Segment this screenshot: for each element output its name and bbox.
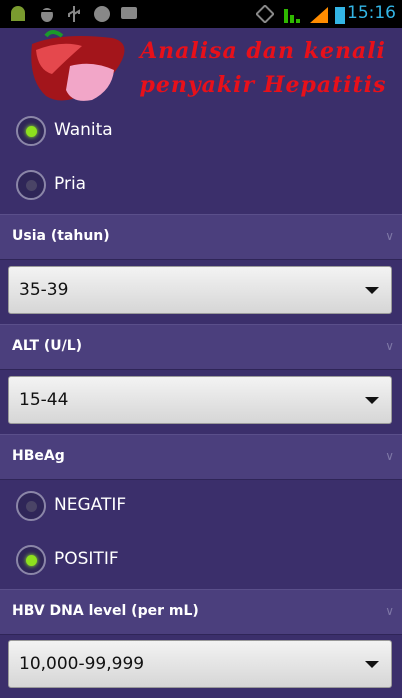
section-alt: ALT (U/L) ∨ [0, 324, 402, 370]
section-hbeag: HBeAg ∨ [0, 434, 402, 480]
chevron-down-icon: ∨ [385, 339, 394, 353]
radio-pria[interactable]: Pria [0, 160, 402, 214]
radio-unchecked-dot [26, 180, 37, 191]
radio-label-pria: Pria [54, 174, 87, 194]
radio-label-negatif: NEGATIF [54, 495, 127, 515]
dropdown-arrow-icon [365, 287, 379, 294]
section-title-hbeag: HBeAg [12, 448, 65, 464]
radio-label-wanita: Wanita [54, 120, 113, 140]
alt-spinner-value: 15-44 [19, 390, 69, 410]
radio-negatif[interactable]: NEGATIF [0, 481, 402, 535]
app-title-line-1: Analisa dan kenali [140, 38, 386, 64]
section-title-usia: Usia (tahun) [12, 228, 110, 244]
radio-label-positif: POSITIF [54, 549, 119, 569]
signal-icon [310, 7, 328, 23]
usb-icon [68, 6, 80, 22]
bbm-icon [94, 6, 110, 22]
radio-button-circle[interactable] [16, 545, 46, 575]
radio-positif[interactable]: POSITIF [0, 535, 402, 589]
radio-button-circle[interactable] [16, 116, 46, 146]
wifi-icon [284, 9, 300, 23]
chevron-down-icon: ∨ [385, 604, 394, 618]
bug-icon [40, 8, 54, 22]
section-title-alt: ALT (U/L) [12, 338, 83, 354]
usia-spinner-value: 35-39 [19, 280, 69, 300]
rotate-icon [256, 5, 274, 23]
app-header: Analisa dan kenali penyakir Hepatitis [0, 28, 402, 110]
usia-spinner[interactable]: 35-39 [8, 266, 392, 314]
app-title-line-2: penyakir Hepatitis [139, 72, 387, 98]
status-bar: 15:16 [0, 0, 402, 28]
app-title: Analisa dan kenali penyakir Hepatitis [128, 34, 398, 102]
liver-icon [31, 30, 125, 101]
section-hbv-dna: HBV DNA level (per mL) ∨ [0, 589, 402, 635]
dropdown-arrow-icon [365, 397, 379, 404]
dropdown-arrow-icon [365, 661, 379, 668]
radio-button-circle[interactable] [16, 491, 46, 521]
chevron-down-icon: ∨ [385, 229, 394, 243]
radio-unchecked-dot [26, 501, 37, 512]
chat-icon [121, 7, 137, 19]
radio-wanita[interactable]: Wanita [0, 106, 402, 160]
android-icon [11, 6, 25, 21]
radio-button-circle[interactable] [16, 170, 46, 200]
battery-icon [335, 7, 345, 24]
clock: 15:16 [347, 3, 396, 23]
chevron-down-icon: ∨ [385, 449, 394, 463]
hbv-dna-spinner-value: 10,000-99,999 [19, 654, 145, 674]
alt-spinner[interactable]: 15-44 [8, 376, 392, 424]
radio-checked-dot [26, 555, 37, 566]
hbv-dna-spinner[interactable]: 10,000-99,999 [8, 640, 392, 688]
radio-checked-dot [26, 126, 37, 137]
section-title-hbv-dna: HBV DNA level (per mL) [12, 603, 199, 619]
section-usia: Usia (tahun) ∨ [0, 214, 402, 260]
